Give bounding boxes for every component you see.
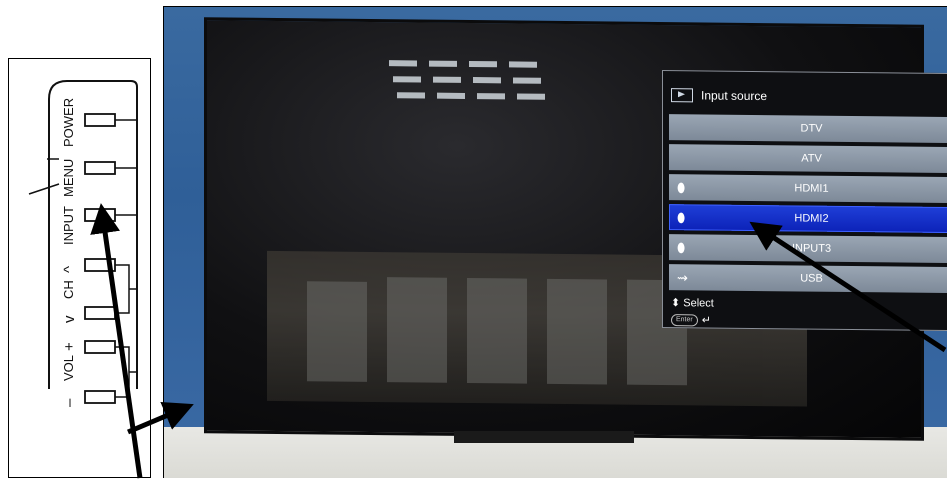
input-label: INPUT: [61, 206, 76, 245]
vol-minus-symbol: –: [61, 398, 78, 407]
input-source-list: DTV ATV ⬮ HDMI1 ⬮ HDMI2 ⬮ INPUT3 ⇝ USB: [669, 114, 947, 297]
hdmi-icon: ⬮: [677, 180, 686, 196]
select-hint: Select: [683, 297, 714, 310]
power-label: POWER: [61, 97, 76, 147]
power-button-shape: [84, 113, 116, 127]
menu-item-dtv[interactable]: DTV: [669, 114, 947, 144]
menu-item-label: HDMI1: [794, 182, 829, 195]
tv-photo: Input source DTV ATV ⬮ HDMI1 ⬮ HDMI2 ⬮ I…: [163, 6, 947, 478]
menu-item-input3[interactable]: ⬮ INPUT3: [669, 234, 947, 264]
vol-minus-button-shape: [84, 390, 116, 404]
menu-item-atv[interactable]: ATV: [669, 144, 947, 174]
menu-button-shape: [84, 161, 116, 175]
menu-label: MENU: [61, 158, 76, 197]
button-diagram-panel: POWER MENU INPUT ^ CH v + VOL –: [8, 58, 151, 478]
ceiling-light-reflection: [379, 52, 549, 124]
ch-down-symbol: v: [61, 315, 78, 324]
vol-plus-symbol: +: [61, 342, 78, 351]
button-diagram-drawing: [28, 80, 138, 404]
tv-stand: [454, 431, 634, 443]
menu-item-hdmi1[interactable]: ⬮ HDMI1: [669, 174, 947, 204]
input-button-shape: [84, 208, 116, 222]
menu-item-label: ATV: [801, 152, 822, 165]
menu-footer: ⬍ Select Enter ↵: [671, 296, 714, 327]
hdmi-icon: ⬮: [677, 240, 686, 256]
hdmi-icon: ⬮: [677, 210, 686, 226]
usb-icon: ⇝: [677, 270, 688, 286]
ch-down-button-shape: [84, 306, 116, 320]
return-arrow-icon: ↵: [701, 314, 711, 327]
tv-screen: Input source DTV ATV ⬮ HDMI1 ⬮ HDMI2 ⬮ I…: [204, 17, 947, 441]
menu-item-label: DTV: [800, 122, 823, 135]
menu-item-usb[interactable]: ⇝ USB: [669, 264, 947, 294]
ch-up-button-shape: [84, 258, 116, 272]
input-source-menu: Input source DTV ATV ⬮ HDMI1 ⬮ HDMI2 ⬮ I…: [662, 70, 947, 332]
menu-item-hdmi2[interactable]: ⬮ HDMI2: [669, 204, 947, 234]
menu-item-label: INPUT3: [791, 242, 832, 255]
menu-title: Input source: [701, 88, 768, 104]
input-source-icon: [671, 88, 693, 103]
enter-hint: Enter: [671, 313, 698, 326]
vol-plus-button-shape: [84, 340, 116, 354]
ch-up-symbol: ^: [61, 265, 78, 273]
menu-item-label: USB: [800, 272, 823, 285]
ch-label: CH: [61, 280, 76, 299]
updown-icon: ⬍: [671, 297, 681, 310]
vol-label: VOL: [61, 354, 76, 381]
menu-header: Input source: [671, 85, 767, 106]
menu-item-label: HDMI2: [794, 212, 829, 225]
